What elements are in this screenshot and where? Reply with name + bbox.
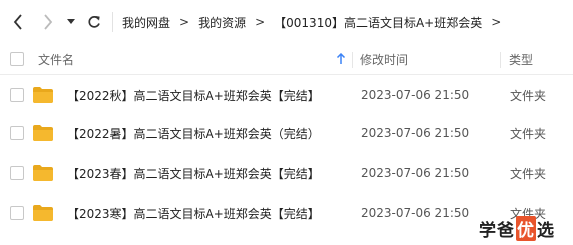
toolbar: 我的网盘 > 我的资源 > 【001310】高二语文目标A+班郑会英 > bbox=[0, 0, 573, 44]
forward-button[interactable] bbox=[38, 10, 58, 34]
column-name[interactable]: 文件名 bbox=[38, 44, 74, 74]
breadcrumb-separator-icon: > bbox=[255, 15, 266, 29]
table-row[interactable]: 【2022暑】高二语文目标A+班郑会英（完结） 2023-07-06 21:50… bbox=[0, 113, 573, 153]
watermark-text-post: 选 bbox=[537, 220, 555, 241]
breadcrumb-item-current-folder[interactable]: 【001310】高二语文目标A+班郑会英 bbox=[274, 14, 482, 31]
breadcrumb-separator-icon: > bbox=[491, 15, 502, 29]
column-divider[interactable] bbox=[352, 52, 353, 68]
file-name: 【2023寒】高二语文目标A+班郑会英【完结】 bbox=[67, 206, 320, 221]
column-type[interactable]: 类型 bbox=[509, 44, 533, 74]
file-name: 【2022暑】高二语文目标A+班郑会英（完结） bbox=[67, 126, 320, 141]
column-divider[interactable] bbox=[500, 52, 501, 68]
column-type-label: 类型 bbox=[509, 52, 534, 67]
row-checkbox[interactable] bbox=[10, 166, 24, 180]
file-type: 文件夹 bbox=[510, 126, 547, 141]
caret-down-icon bbox=[67, 19, 75, 24]
modified-time: 2023-07-06 21:50 bbox=[361, 206, 470, 220]
chevron-left-icon bbox=[13, 14, 22, 30]
breadcrumb: 我的网盘 > 我的资源 > 【001310】高二语文目标A+班郑会英 > bbox=[122, 0, 510, 44]
row-checkbox[interactable] bbox=[10, 88, 24, 102]
column-modified-label: 修改时间 bbox=[360, 52, 409, 67]
select-all-checkbox[interactable] bbox=[10, 52, 24, 66]
file-type: 文件夹 bbox=[510, 88, 547, 103]
file-name: 【2023春】高二语文目标A+班郑会英【完结】 bbox=[67, 166, 320, 181]
watermark-logo: 学爸 优 选 bbox=[479, 214, 555, 242]
watermark-text-highlight: 优 bbox=[516, 215, 536, 241]
folder-icon bbox=[33, 125, 53, 141]
refresh-icon bbox=[88, 16, 100, 28]
breadcrumb-separator-icon: > bbox=[179, 15, 190, 29]
folder-icon bbox=[33, 165, 53, 181]
file-type: 文件夹 bbox=[510, 166, 547, 181]
breadcrumb-item-my-drive[interactable]: 我的网盘 bbox=[122, 14, 170, 31]
chevron-right-icon bbox=[44, 14, 53, 30]
history-dropdown-button[interactable] bbox=[64, 10, 78, 34]
column-modified[interactable]: 修改时间 bbox=[360, 44, 408, 74]
sort-ascending-icon[interactable] bbox=[336, 44, 346, 74]
modified-time: 2023-07-06 21:50 bbox=[361, 88, 470, 102]
breadcrumb-item-my-resources[interactable]: 我的资源 bbox=[198, 14, 246, 31]
column-name-label: 文件名 bbox=[38, 52, 75, 67]
refresh-button[interactable] bbox=[84, 10, 104, 34]
file-name: 【2022秋】高二语文目标A+班郑会英【完结】 bbox=[67, 88, 320, 103]
folder-icon bbox=[33, 205, 53, 221]
row-checkbox[interactable] bbox=[10, 206, 24, 220]
toolbar-divider bbox=[112, 12, 113, 32]
back-button[interactable] bbox=[8, 10, 28, 34]
modified-time: 2023-07-06 21:50 bbox=[361, 166, 470, 180]
row-checkbox[interactable] bbox=[10, 126, 24, 140]
watermark-text-pre: 学爸 bbox=[479, 220, 515, 241]
folder-icon bbox=[33, 87, 53, 103]
modified-time: 2023-07-06 21:50 bbox=[361, 126, 470, 140]
file-list-header: 文件名 修改时间 类型 bbox=[0, 44, 573, 75]
table-row[interactable]: 【2023春】高二语文目标A+班郑会英【完结】 2023-07-06 21:50… bbox=[0, 153, 573, 193]
table-row[interactable]: 【2022秋】高二语文目标A+班郑会英【完结】 2023-07-06 21:50… bbox=[0, 75, 573, 115]
